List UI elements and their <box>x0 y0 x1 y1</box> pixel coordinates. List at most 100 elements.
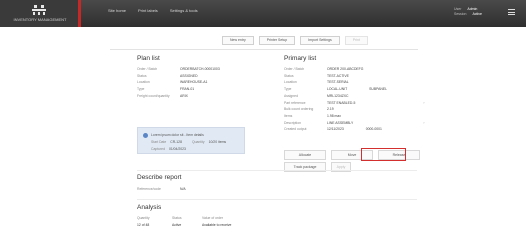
chevron-right-icon[interactable]: › <box>423 120 424 127</box>
describe-detail-list: Reference/code N/A <box>137 186 186 193</box>
info-tag: Captured <box>151 147 165 151</box>
detail-row: Status TEST-ACTIVE <box>284 73 425 80</box>
info-line: Lorem ipsum dolor sit - Item details <box>151 133 204 137</box>
detail-row: Assigned MRL1234ZXC <box>284 93 425 100</box>
detail-key: Order / Batch <box>284 67 305 71</box>
column-header: Value of order <box>202 216 224 220</box>
info-value: 01/04/2023 <box>168 147 186 151</box>
detail-value: LINE ASSEMBLY <box>327 120 354 125</box>
detail-key: Location <box>137 80 150 85</box>
info-value: 10/20 items <box>208 140 227 144</box>
detail-value: ASSIGNED <box>180 73 198 78</box>
detail-row: Freight count/quantity ARIX <box>137 93 220 100</box>
detail-extra: 0000-0001 <box>365 127 382 132</box>
detail-row: Reference/code N/A <box>137 186 186 193</box>
detail-key: Type <box>137 87 145 92</box>
nav-item-settings[interactable]: Settings & tools <box>170 8 198 13</box>
main-nav: Site home Print labels Settings & tools <box>108 8 198 13</box>
detail-value: ORDER 200-ABCDEFG <box>327 67 364 71</box>
detail-value: ORDERBATCH-00001003 <box>180 67 220 71</box>
printer-setup-button[interactable]: Printer Setup <box>258 36 296 45</box>
detail-key: Description <box>284 120 301 125</box>
detail-value: TEST-SERIAL <box>327 80 349 85</box>
info-icon <box>143 133 148 138</box>
detail-row: Bulk count ordering 2.19 <box>284 106 425 113</box>
nav-item-home[interactable]: Site home <box>108 8 126 13</box>
table-cell: 12 of 48 <box>137 223 150 227</box>
detail-row[interactable]: Part reference TEST ENABLED-5 › <box>284 100 425 107</box>
detail-row: Order / Batch ORDERBATCH-00001003 <box>137 66 220 73</box>
info-line: Start Date CR-128 Quantity 10/20 items <box>151 140 226 144</box>
highlight-box <box>361 148 406 161</box>
table-cell: Available to receive <box>202 223 232 227</box>
detail-value: 1.98 max <box>327 113 341 118</box>
detail-key: Items <box>284 113 293 118</box>
user-value: Admin <box>467 7 478 11</box>
brand[interactable]: INVENTORY MANAGEMENT <box>0 0 79 27</box>
describe-section-title: Describe report <box>137 174 182 181</box>
info-line: Captured 01/04/2023 <box>151 147 186 151</box>
detail-key: Freight count/quantity <box>137 93 170 98</box>
detail-value: WAREHOUSE-A1 <box>180 80 208 85</box>
import-settings-button[interactable]: Import Settings <box>300 36 340 45</box>
detail-value: FRAN-01 <box>180 87 195 92</box>
detail-row: Status ASSIGNED <box>137 73 220 80</box>
user-info[interactable]: User Admin Session Active <box>454 7 482 17</box>
hamburger-menu-icon[interactable] <box>508 9 515 15</box>
detail-key: Status <box>137 73 147 78</box>
detail-value: 12/11/2023 <box>327 127 344 132</box>
detail-value: ARIX <box>180 93 188 98</box>
detail-row: Type LOCAL-UNIT SUBPANEL <box>284 86 425 93</box>
toolbar-divider <box>110 49 418 50</box>
info-panel: Lorem ipsum dolor sit - Item details Sta… <box>137 127 245 154</box>
column-header: Status <box>172 216 182 220</box>
analysis-table: Quantity Status Value of order 12 of 48 … <box>137 215 231 229</box>
chevron-right-icon[interactable]: › <box>423 100 424 107</box>
detail-value: MRL1234ZXC <box>327 93 349 98</box>
detail-value: LOCAL-UNIT <box>327 87 348 92</box>
detail-key: Order / Batch <box>137 67 158 71</box>
detail-value: N/A <box>180 187 186 191</box>
detail-key: Assigned <box>284 93 298 98</box>
right-detail-list: Order / Batch ORDER 200-ABCDEFG Status TES… <box>284 66 425 133</box>
info-value: CR-128 <box>170 140 182 144</box>
table-header-row: Quantity Status Value of order <box>137 215 231 222</box>
detail-key: Created output <box>284 127 307 132</box>
detail-key: Reference/code <box>137 187 161 191</box>
new-entry-button[interactable]: New entry <box>222 36 254 45</box>
detail-key: Bulk count ordering <box>284 107 314 112</box>
brand-accent <box>78 0 81 27</box>
detail-key: Location <box>284 80 297 85</box>
allocate-button[interactable]: Allocate <box>284 150 326 160</box>
column-header: Quantity <box>137 216 150 220</box>
detail-row: Location WAREHOUSE-A1 <box>137 79 220 86</box>
info-tag: Quantity <box>191 140 205 144</box>
detail-extra: SUBPANEL <box>369 87 388 92</box>
table-row: 12 of 48 Active Available to receive <box>137 222 231 229</box>
table-cell: Active <box>172 223 182 227</box>
toolbar: New entry Printer Setup Import Settings … <box>222 36 368 45</box>
detail-row: Created output 12/11/2023 0000-0001 <box>284 126 425 133</box>
user-label: User <box>454 7 462 11</box>
logo-text: INVENTORY MANAGEMENT <box>13 17 67 22</box>
analysis-section-title: Analysis <box>137 204 162 211</box>
section-divider <box>137 199 417 200</box>
detail-row: Location TEST-SERIAL <box>284 79 425 86</box>
left-section-title: Plan list <box>137 55 160 62</box>
detail-key: Status <box>284 73 294 78</box>
detail-row: Order / Batch ORDER 200-ABCDEFG <box>284 66 425 73</box>
detail-value: 2.19 <box>327 107 334 112</box>
session-label: Session <box>454 12 467 16</box>
detail-row: Type FRAN-01 <box>137 86 220 93</box>
right-section-title: Primary list <box>284 55 317 62</box>
detail-value: TEST ENABLED-5 <box>327 100 356 105</box>
nav-item-labels[interactable]: Print labels <box>138 8 158 13</box>
session-value: Active <box>472 12 482 16</box>
detail-key: Type <box>284 87 292 92</box>
detail-value: TEST-ACTIVE <box>327 73 349 78</box>
section-divider <box>137 170 417 171</box>
info-tag: Start Date <box>151 140 167 144</box>
print-button[interactable]: Print <box>344 36 368 45</box>
detail-row[interactable]: Description LINE ASSEMBLY › <box>284 120 425 127</box>
detail-row: Items 1.98 max <box>284 113 425 120</box>
